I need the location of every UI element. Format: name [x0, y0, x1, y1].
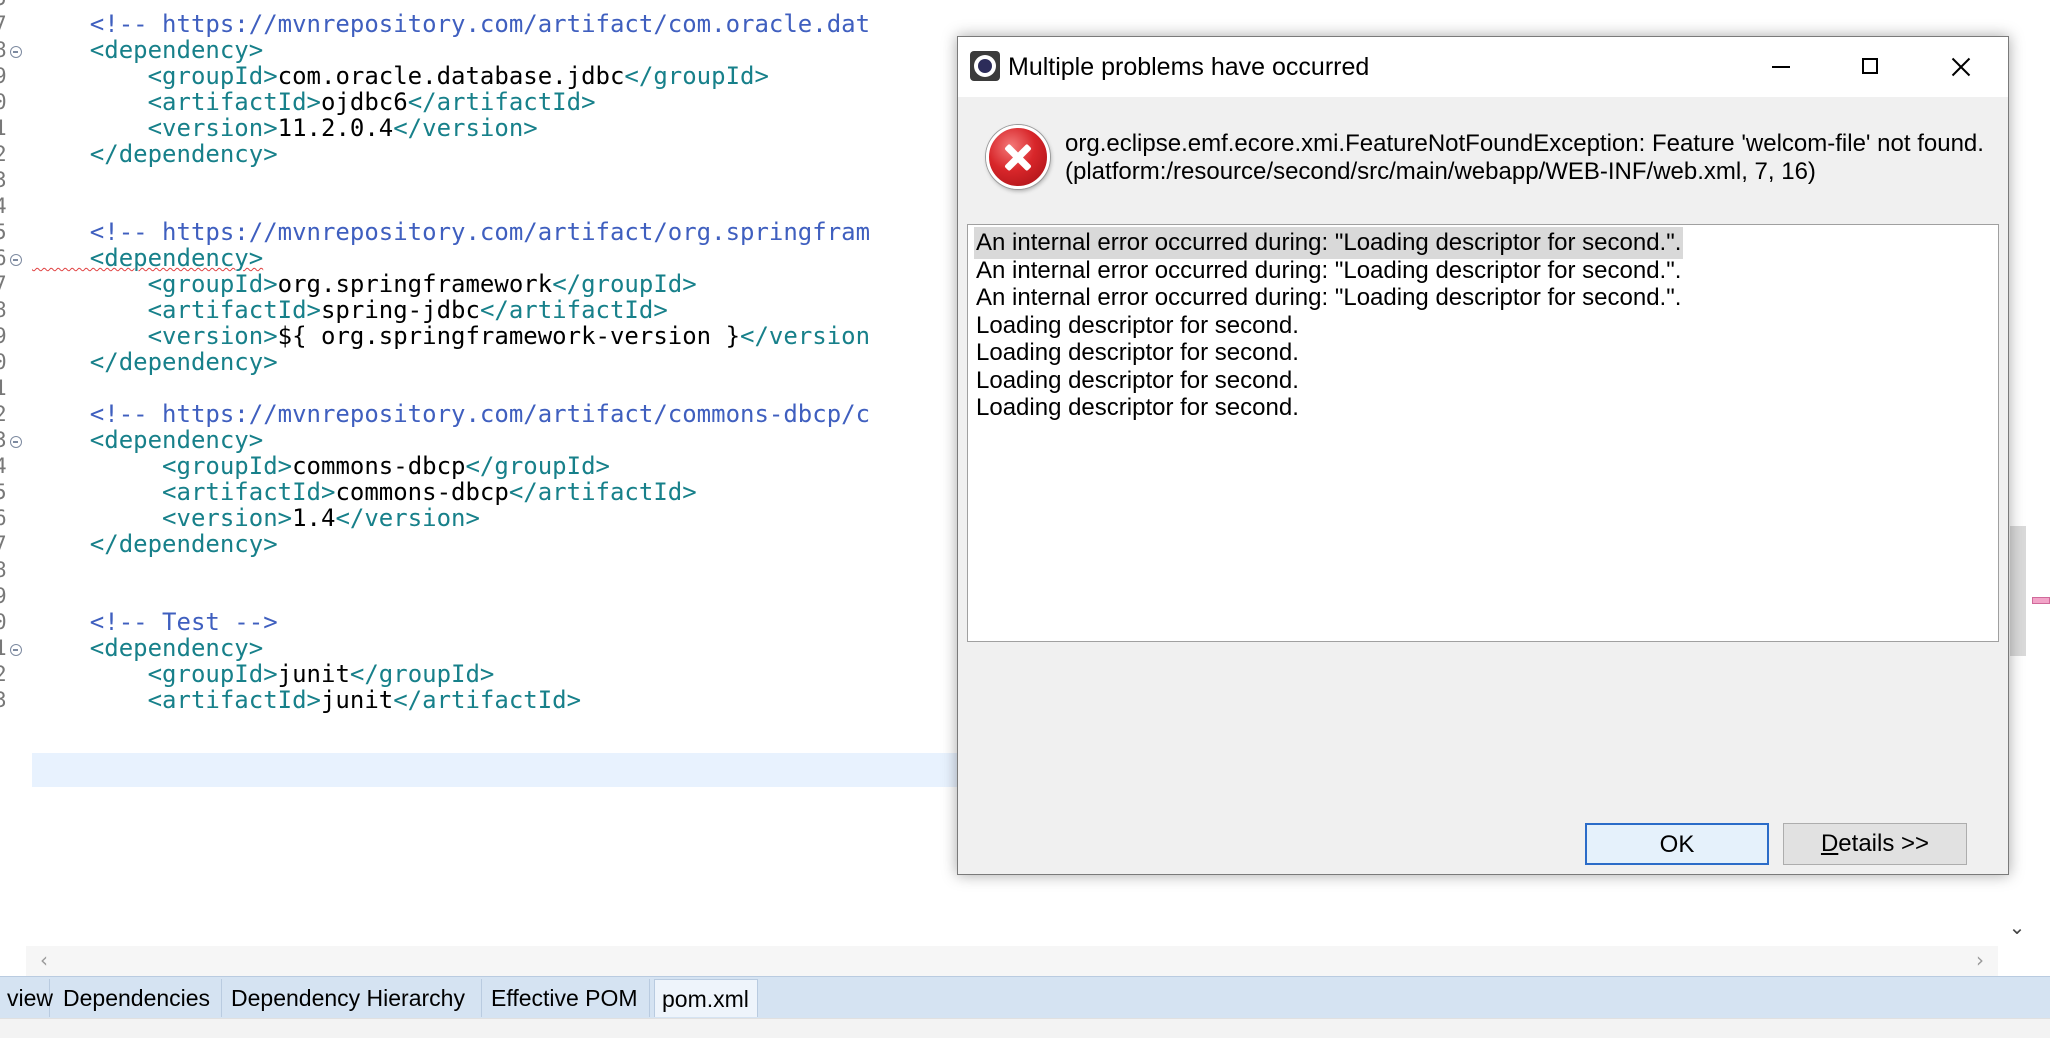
list-item[interactable]: Loading descriptor for second. [974, 392, 1301, 424]
status-strip [0, 1018, 2050, 1038]
scroll-right-icon[interactable]: › [1968, 948, 1992, 972]
maximize-icon[interactable] [1826, 37, 1916, 97]
xml-text: junit [320, 686, 394, 714]
xml-tag: </version> [335, 504, 480, 532]
code-line[interactable]: <artifactId>junit</artifactId> [32, 683, 581, 717]
eclipse-window: 5789012345678901234567890123 <!-- https:… [0, 0, 2050, 1038]
fold-collapse-icon[interactable] [10, 644, 22, 656]
horizontal-scrollbar[interactable]: ‹ › [26, 946, 1998, 976]
scroll-left-icon[interactable]: ‹ [32, 948, 56, 972]
pom-editor-tabs: view Dependencies Dependency Hierarchy E… [0, 976, 2050, 1019]
code-line[interactable]: </dependency> [32, 345, 278, 379]
close-icon[interactable] [1916, 37, 2006, 97]
tab-effective-pom[interactable]: Effective POM [484, 979, 650, 1017]
error-icon [986, 125, 1050, 189]
fold-collapse-icon[interactable] [10, 254, 22, 266]
code-line[interactable]: </dependency> [32, 527, 278, 561]
tab-dependencies[interactable]: Dependencies [56, 979, 222, 1017]
xml-tag: </artifactId> [393, 686, 582, 714]
dialog-title: Multiple problems have occurred [1008, 53, 1370, 81]
overview-ruler-marker[interactable] [2032, 597, 2050, 604]
xml-tag: </dependency> [32, 530, 278, 558]
fold-collapse-icon[interactable] [10, 436, 22, 448]
minimize-icon[interactable] [1736, 37, 1826, 97]
xml-tag: </dependency> [32, 348, 278, 376]
xml-text: ${ org.springframework-version } [277, 322, 741, 350]
eclipse-icon [970, 51, 1000, 81]
tab-dependency-hierarchy[interactable]: Dependency Hierarchy [224, 979, 482, 1017]
xml-tag: </dependency> [32, 140, 278, 168]
error-message-line-2: (platform:/resource/second/src/main/weba… [1065, 158, 1816, 185]
xml-text: 11.2.0.4 [277, 114, 394, 142]
xml-tag: </groupId> [624, 62, 769, 90]
details-mnemonic: D [1820, 830, 1839, 857]
details-label: etails >> [1838, 830, 1930, 857]
error-dialog: Multiple problems have occurred org.ecli… [957, 36, 2009, 875]
tab-pom-xml[interactable]: pom.xml [654, 979, 758, 1017]
xml-text: 1.4 [292, 504, 336, 532]
dialog-title-bar[interactable]: Multiple problems have occurred [958, 37, 2008, 97]
problems-list[interactable]: An internal error occurred during: "Load… [967, 224, 1999, 642]
line-number: 3 [0, 688, 7, 712]
ok-button[interactable]: OK [1585, 823, 1769, 865]
vertical-scroll-thumb[interactable] [2010, 526, 2026, 656]
line-number-ruler: 5789012345678901234567890123 [0, 0, 26, 946]
xml-tag: <artifactId> [32, 686, 321, 714]
xml-tag: </version> [393, 114, 538, 142]
details-button[interactable]: Details >> [1783, 823, 1967, 865]
scroll-down-icon[interactable]: ⌄ [2005, 915, 2029, 939]
tab-overview[interactable]: view [0, 979, 53, 1017]
code-line[interactable]: </dependency> [32, 137, 278, 171]
xml-tag: </version [740, 322, 871, 350]
xml-tag: </artifactId> [508, 478, 697, 506]
fold-collapse-icon[interactable] [10, 46, 22, 58]
